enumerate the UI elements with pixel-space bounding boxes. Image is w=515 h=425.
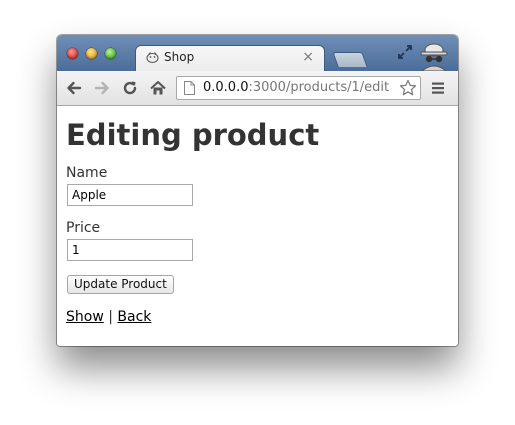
fullscreen-icon[interactable] (397, 44, 413, 60)
show-link[interactable]: Show (66, 309, 104, 325)
tab-title: Shop (164, 50, 195, 64)
update-product-button[interactable]: Update Product (67, 275, 174, 294)
page-icon (184, 81, 195, 95)
tab-close-icon[interactable]: × (302, 49, 314, 65)
browser-toolbar: 0.0.0.0:3000/products/1/edit (57, 71, 458, 106)
name-field[interactable] (67, 184, 193, 206)
home-icon[interactable] (149, 79, 167, 97)
browser-window: Shop × 0.0.0.0:3000/products/1/edit Edit… (57, 35, 458, 346)
favicon-icon (146, 52, 159, 63)
minimize-window-button[interactable] (86, 48, 97, 59)
url-path: :3000/products/1/edit (248, 80, 390, 95)
close-window-button[interactable] (67, 48, 78, 59)
star-icon[interactable] (399, 79, 417, 97)
tab-shop[interactable]: Shop × (135, 45, 325, 71)
forward-icon[interactable] (93, 79, 111, 97)
url-text: 0.0.0.0:3000/products/1/edit (203, 80, 389, 95)
name-label: Name (66, 165, 108, 181)
new-tab-button[interactable] (332, 52, 368, 67)
price-label: Price (66, 220, 101, 236)
back-link[interactable]: Back (117, 309, 151, 325)
title-bar: Shop × (57, 35, 458, 71)
menu-icon[interactable] (430, 80, 446, 96)
action-links: Show | Back (66, 309, 151, 325)
incognito-icon (420, 43, 448, 71)
page-content: Editing product Name Price Update Produc… (57, 106, 458, 346)
address-bar[interactable]: 0.0.0.0:3000/products/1/edit (176, 76, 421, 100)
page-title: Editing product (66, 118, 320, 152)
maximize-window-button[interactable] (105, 48, 116, 59)
url-host: 0.0.0.0 (203, 80, 249, 95)
price-field[interactable] (67, 239, 193, 261)
back-icon[interactable] (65, 79, 83, 97)
reload-icon[interactable] (121, 79, 139, 97)
link-separator: | (108, 309, 113, 325)
